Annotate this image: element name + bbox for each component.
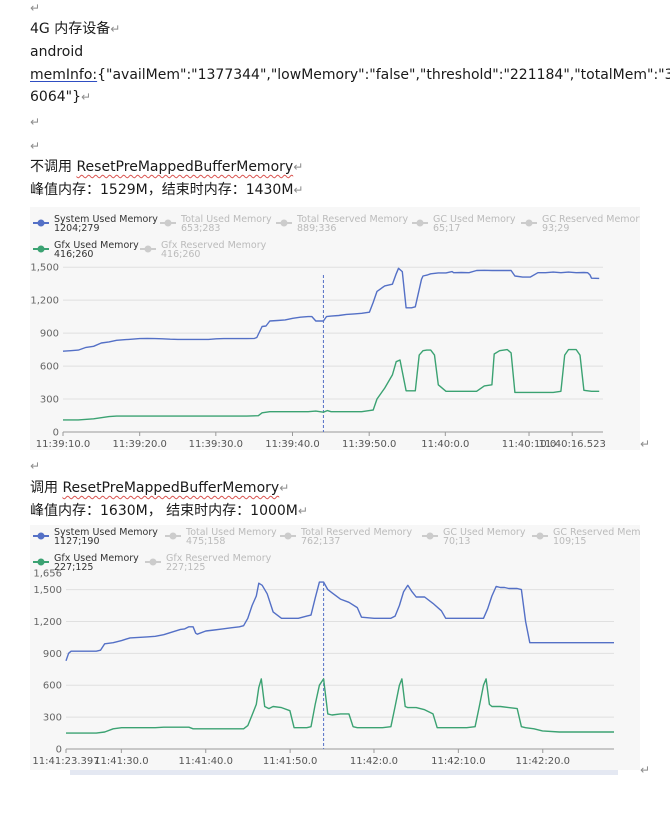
legend-value: 65;17: [433, 223, 460, 234]
y-tick-label: 1,500: [33, 585, 62, 596]
legend-value: 416;260: [54, 249, 93, 260]
legend-value: 93;29: [542, 223, 569, 234]
meminfo-json-1: {"availMem":"1377344","lowMemory":"false…: [97, 67, 670, 83]
legend-value: 70;13: [443, 536, 470, 547]
x-tick-label: 11:39:30.0: [189, 439, 243, 450]
os-line: android: [30, 42, 83, 62]
meminfo-line-2: 6064"}↵: [30, 87, 91, 107]
y-tick-label: 300: [40, 395, 59, 406]
legend-swatch-dot: [284, 532, 292, 540]
legend-swatch-dot: [416, 219, 424, 227]
section1-api: ResetPreMappedBufferMemory: [76, 159, 294, 175]
x-tick-label: 11:42:0.0: [350, 756, 398, 767]
y-tick-label: 1,656: [33, 569, 62, 580]
meminfo-line-1: memInfo:{"availMem":"1377344","lowMemory…: [30, 65, 670, 85]
system-used-memory-line: [62, 267, 600, 352]
legend-value: 762;137: [301, 536, 340, 547]
y-tick-label: 900: [43, 649, 62, 660]
paragraph-mark: ↵: [30, 459, 41, 473]
x-tick-label: 11:40:16.523: [539, 439, 606, 450]
paragraph-mark: ↵: [30, 1, 41, 15]
y-tick-label: 600: [43, 681, 62, 692]
doc-title-line: 4G 内存设备↵: [30, 19, 120, 39]
legend-swatch-dot: [536, 532, 544, 540]
paragraph-mark: ↵: [110, 22, 121, 36]
x-tick-label: 11:39:20.0: [112, 439, 166, 450]
section1-stats: 峰值内存：1529M，结束时内存：1430M: [30, 182, 294, 198]
legend-value: 653;283: [181, 223, 220, 234]
doc-title: 4G 内存设备: [30, 21, 111, 37]
legend-swatch-dot: [37, 245, 45, 253]
paragraph-mark: ↵: [30, 139, 41, 153]
y-tick-label: 0: [53, 428, 59, 439]
legend-value: 1204;279: [54, 223, 100, 234]
x-tick-label: 11:41:23.397: [32, 756, 99, 767]
os-label: android: [30, 44, 84, 60]
gfx-used-memory-line: [63, 348, 600, 421]
paragraph-mark: ↵: [279, 481, 290, 495]
legend-value: 109;15: [553, 536, 586, 547]
legend-value: 889;336: [297, 223, 336, 234]
legend-value: 1127;190: [54, 536, 100, 547]
memory-chart-without-reset: System Used Memory 1204;279 Total Used Mem…: [30, 207, 640, 450]
x-tick-label: 11:39:50.0: [342, 439, 396, 450]
chart-svg: System Used Memory1127;190Total Used Mem…: [32, 527, 640, 767]
chart-scrollbar[interactable]: [70, 770, 618, 775]
paragraph-mark: ↵: [80, 90, 92, 104]
x-tick-label: 11:42:10.0: [431, 756, 485, 767]
paragraph-mark: ↵: [30, 115, 41, 129]
section2-stats-line: 峰值内存：1630M， 结束时内存：1000M↵: [30, 501, 308, 521]
x-tick-label: 11:41:40.0: [179, 756, 233, 767]
legend-value: 227;125: [166, 562, 205, 573]
section1-prefix: 不调用: [30, 159, 77, 175]
legend-value: 416;260: [161, 249, 200, 260]
y-tick-label: 1,200: [30, 296, 59, 307]
legend-swatch-dot: [164, 219, 172, 227]
legend-swatch-dot: [280, 219, 288, 227]
legend-swatch-dot: [37, 532, 45, 540]
paragraph-mark: ↵: [640, 763, 651, 777]
section2-prefix: 调用: [30, 480, 63, 496]
section1-stats-line: 峰值内存：1529M，结束时内存：1430M↵: [30, 180, 303, 200]
y-tick-label: 1,200: [33, 617, 62, 628]
section1-heading: 不调用 ResetPreMappedBufferMemory↵: [30, 157, 303, 177]
legend-swatch-dot: [37, 558, 45, 566]
x-tick-label: 11:41:30.0: [94, 756, 148, 767]
section2-heading: 调用 ResetPreMappedBufferMemory↵: [30, 478, 289, 498]
paragraph-mark: ↵: [640, 437, 651, 451]
legend-swatch-dot: [169, 532, 177, 540]
legend-value: 475;158: [186, 536, 225, 547]
x-tick-label: 11:39:40.0: [265, 439, 319, 450]
y-tick-label: 0: [56, 745, 62, 756]
y-tick-label: 600: [40, 362, 59, 373]
meminfo-json-2: 6064"}: [30, 89, 81, 105]
chart-svg: System Used Memory1204;279Total Used Mem…: [30, 214, 640, 450]
section2-stats: 峰值内存：1630M， 结束时内存：1000M: [30, 503, 298, 519]
meminfo-prefix: memInfo:: [30, 67, 98, 83]
x-tick-label: 11:41:50.0: [263, 756, 317, 767]
legend-swatch-dot: [37, 219, 45, 227]
x-tick-label: 11:42:20.0: [516, 756, 570, 767]
paragraph-mark: ↵: [293, 183, 304, 197]
legend-swatch-dot: [144, 245, 152, 253]
paragraph-mark: ↵: [293, 160, 304, 174]
x-tick-label: 11:39:10.0: [36, 439, 90, 450]
gfx-used-memory-line: [66, 678, 614, 734]
x-tick-label: 11:40:0.0: [421, 439, 469, 450]
y-tick-label: 1,500: [30, 263, 59, 274]
y-tick-label: 300: [43, 713, 62, 724]
section2-api: ResetPreMappedBufferMemory: [62, 480, 280, 496]
legend-swatch-dot: [525, 219, 533, 227]
paragraph-mark: ↵: [297, 504, 308, 518]
memory-chart-with-reset: System Used Memory 1127;190 Total Used Mem…: [30, 525, 640, 770]
legend-swatch-dot: [149, 558, 157, 566]
y-tick-label: 900: [40, 329, 59, 340]
legend-swatch-dot: [426, 532, 434, 540]
